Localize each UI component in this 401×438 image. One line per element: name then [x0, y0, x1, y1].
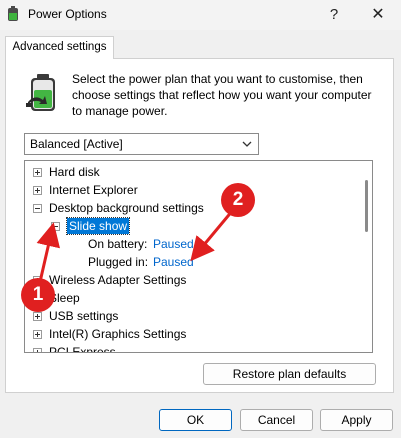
collapse-icon[interactable] [51, 222, 60, 231]
tab-advanced-settings[interactable]: Advanced settings [5, 36, 114, 59]
power-options-icon [8, 6, 18, 21]
tree-item-label: Desktop background settings [49, 201, 204, 215]
expand-icon[interactable] [33, 348, 42, 352]
settings-tree[interactable]: Hard disk Internet Explorer Desktop back… [24, 160, 373, 353]
cancel-button[interactable]: Cancel [240, 409, 313, 431]
expand-icon[interactable] [33, 312, 42, 321]
setting-key: On battery: [88, 237, 148, 251]
intro-text: Select the power plan that you want to c… [72, 72, 372, 118]
tree-item-intel-graphics-settings[interactable]: Intel(R) Graphics Settings [25, 325, 355, 343]
setting-plugged-in[interactable]: Plugged in: Paused [25, 253, 355, 271]
tree-item-wireless-adapter-settings[interactable]: Wireless Adapter Settings [25, 271, 355, 289]
expand-icon[interactable] [33, 330, 42, 339]
expand-icon[interactable] [33, 168, 42, 177]
setting-on-battery[interactable]: On battery: Paused [25, 235, 355, 253]
setting-value-link[interactable]: Paused [153, 253, 194, 271]
apply-button[interactable]: Apply [320, 409, 393, 431]
tree-item-label: Wireless Adapter Settings [49, 273, 187, 287]
tree-item-sleep[interactable]: Sleep [25, 289, 355, 307]
ok-button[interactable]: OK [159, 409, 232, 431]
tree-item-label: Internet Explorer [49, 183, 138, 197]
tree-item-label: Hard disk [49, 165, 100, 179]
button-label: OK [186, 413, 205, 427]
collapse-icon[interactable] [33, 204, 42, 213]
setting-value-link[interactable]: Paused [153, 235, 194, 253]
tree-scrollbar[interactable] [363, 162, 371, 351]
tree-item-label: USB settings [49, 309, 119, 323]
tree-item-label: Intel(R) Graphics Settings [49, 327, 187, 341]
tree-item-pci-express[interactable]: PCI Express [25, 343, 355, 353]
button-label: Cancel [257, 413, 296, 427]
restore-plan-defaults-button[interactable]: Restore plan defaults [203, 363, 376, 385]
button-label: Restore plan defaults [232, 367, 347, 381]
annotation-number-1: 1 [32, 284, 44, 305]
plan-select-value: Balanced [Active] [30, 137, 123, 151]
window-title: Power Options [28, 7, 107, 21]
tab-label: Advanced settings [12, 41, 107, 53]
tree-item-label: PCI Express [49, 345, 116, 353]
button-label: Apply [341, 413, 372, 427]
setting-key: Plugged in: [88, 255, 149, 269]
title-bar: Power Options ? ✕ [0, 0, 401, 30]
tree-item-label-selected: Slide show [65, 217, 131, 235]
close-button[interactable]: ✕ [365, 4, 391, 26]
battery-plan-icon [26, 74, 55, 111]
tree-item-desktop-background-settings[interactable]: Desktop background settings [25, 199, 355, 217]
tree-item-usb-settings[interactable]: USB settings [25, 307, 355, 325]
tree-item-internet-explorer[interactable]: Internet Explorer [25, 181, 355, 199]
annotation-number-2: 2 [232, 189, 244, 210]
tree-item-slide-show[interactable]: Slide show [43, 217, 343, 235]
chevron-down-icon [242, 141, 252, 147]
expand-icon[interactable] [33, 186, 42, 195]
scroll-thumb[interactable] [365, 180, 368, 232]
power-plan-select[interactable]: Balanced [Active] [24, 133, 259, 155]
help-button[interactable]: ? [322, 4, 346, 26]
tree-item-hard-disk[interactable]: Hard disk [25, 163, 355, 181]
